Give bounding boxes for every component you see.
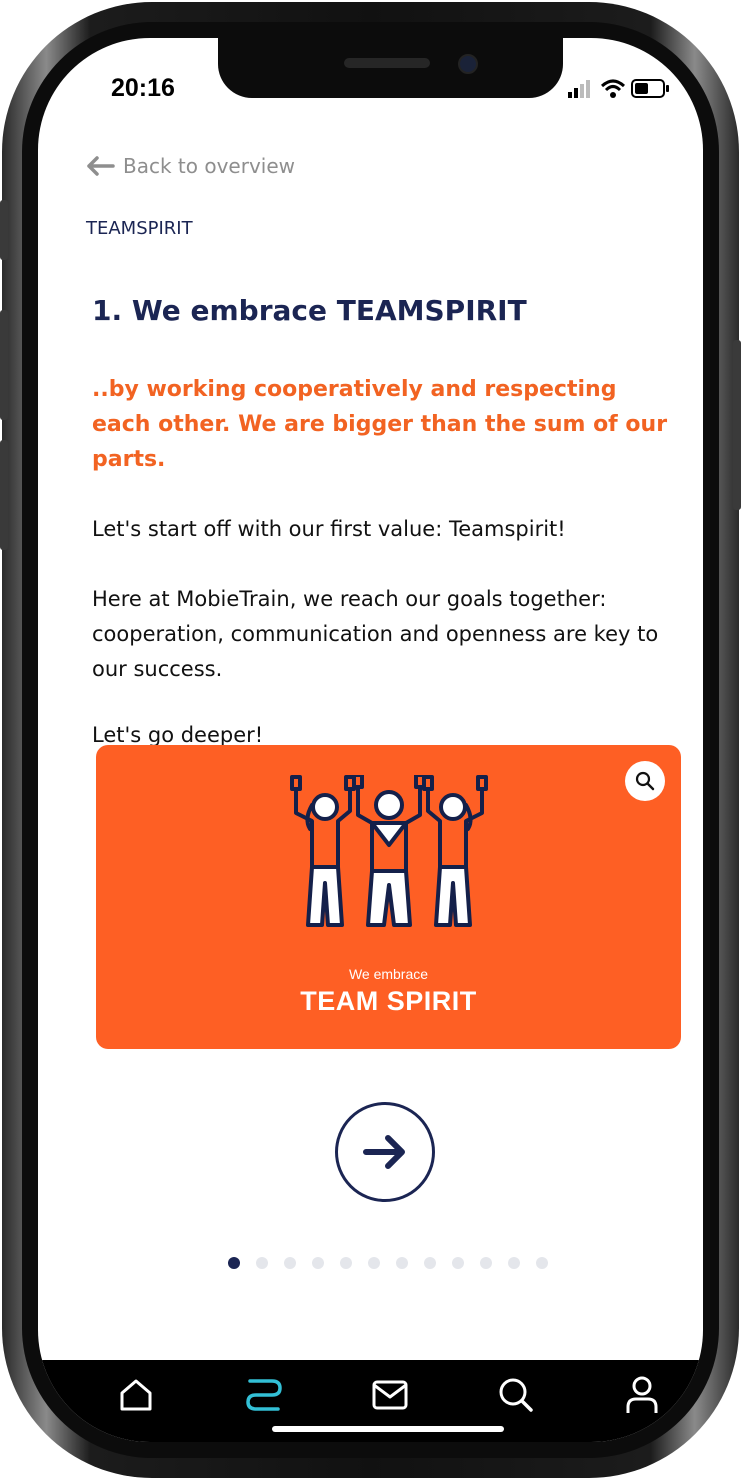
volume-down-button	[0, 440, 8, 550]
page-dot[interactable]	[228, 1257, 240, 1269]
page-dot[interactable]	[340, 1257, 352, 1269]
home-indicator[interactable]	[272, 1426, 504, 1432]
category-label: TEAMSPIRIT	[86, 218, 193, 239]
banner-title: TEAM SPIRIT	[300, 986, 477, 1016]
back-label: Back to overview	[123, 154, 296, 178]
person-right-figure	[422, 775, 488, 927]
search-icon	[499, 1378, 533, 1412]
magnifier-icon	[635, 771, 655, 791]
lesson-lead: ..by working cooperatively and respectin…	[92, 377, 668, 472]
lesson-paragraph: Let's start off with our first value: Te…	[92, 517, 566, 541]
page-dot[interactable]	[536, 1257, 548, 1269]
next-button[interactable]	[335, 1102, 435, 1202]
mail-icon	[372, 1380, 408, 1410]
page-dot[interactable]	[396, 1257, 408, 1269]
person-middle-figure	[352, 775, 426, 927]
speaker-grille	[344, 58, 430, 68]
tab-profile[interactable]	[612, 1372, 672, 1418]
page-dot[interactable]	[256, 1257, 268, 1269]
profile-icon	[626, 1376, 658, 1413]
page-dot[interactable]	[508, 1257, 520, 1269]
page-dot[interactable]	[284, 1257, 296, 1269]
screen: 20:16 Back to overview TEAMSPIRIT 1. We …	[38, 38, 703, 1442]
notch	[218, 38, 563, 98]
tab-learning[interactable]	[234, 1372, 294, 1418]
page-dot[interactable]	[368, 1257, 380, 1269]
battery-icon	[631, 79, 669, 98]
arrow-right-icon	[363, 1135, 405, 1169]
home-icon	[120, 1379, 152, 1411]
banner-subtitle: We embrace	[348, 966, 429, 982]
arrow-left-icon	[87, 156, 115, 176]
page-dot[interactable]	[424, 1257, 436, 1269]
silent-switch	[0, 200, 8, 260]
tab-search[interactable]	[486, 1372, 546, 1418]
page-dot[interactable]	[452, 1257, 464, 1269]
front-camera	[458, 54, 478, 74]
status-icons	[568, 78, 688, 100]
tab-messages[interactable]	[360, 1372, 420, 1418]
zoom-button[interactable]	[625, 761, 665, 801]
wifi-icon	[600, 79, 626, 98]
tab-home[interactable]	[106, 1372, 166, 1418]
page-dot[interactable]	[312, 1257, 324, 1269]
power-button	[733, 340, 741, 510]
team-people-illustration	[290, 775, 488, 927]
lesson-title: 1. We embrace TEAMSPIRIT	[92, 294, 527, 327]
team-spirit-banner[interactable]: We embrace TEAM SPIRIT	[96, 745, 681, 1049]
page-dot[interactable]	[480, 1257, 492, 1269]
signal-icon	[568, 80, 590, 98]
back-to-overview-link[interactable]: Back to overview	[85, 154, 295, 178]
person-left-figure	[290, 775, 356, 927]
page-indicator	[228, 1257, 564, 1269]
volume-up-button	[0, 310, 8, 420]
lesson-paragraph: Here at MobieTrain, we reach our goals t…	[92, 587, 659, 681]
learning-path-icon	[246, 1379, 282, 1411]
status-time: 20:16	[111, 74, 175, 102]
